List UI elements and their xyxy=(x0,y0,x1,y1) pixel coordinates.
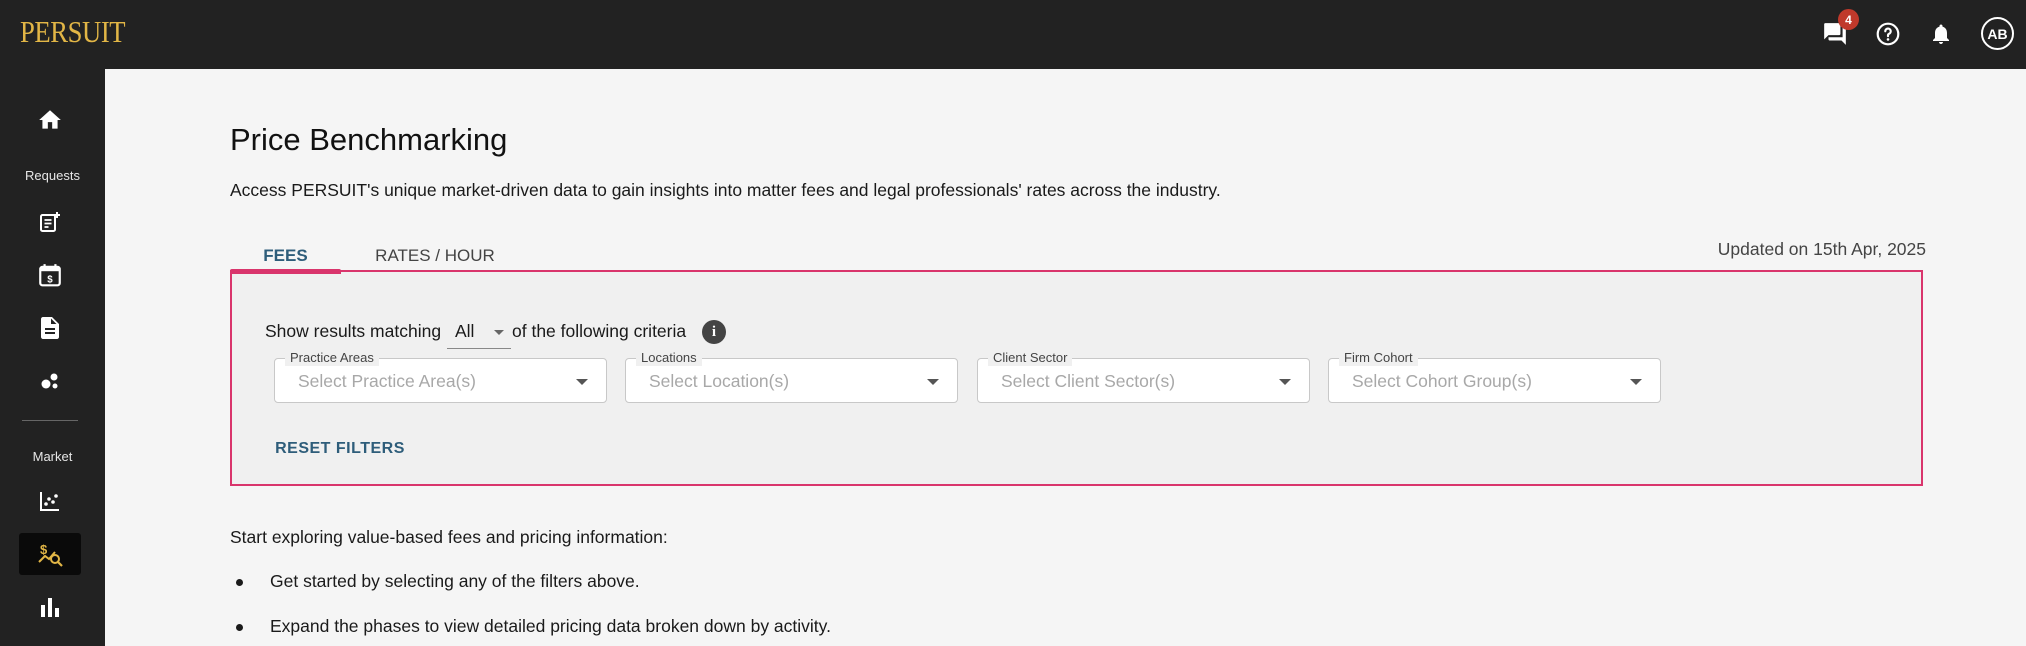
chevron-down-icon xyxy=(576,379,588,385)
match-suffix-text: of the following criteria xyxy=(512,321,687,341)
practice-areas-select[interactable]: Practice Areas Select Practice Area(s) xyxy=(274,350,607,403)
avatar[interactable]: AB xyxy=(1981,17,2014,50)
calendar-dollar-icon[interactable]: $ xyxy=(19,254,81,296)
persuit-logo[interactable]: PERSUIT xyxy=(20,14,126,50)
field-placeholder: Select Client Sector(s) xyxy=(1001,371,1176,391)
chevron-down-icon xyxy=(927,379,939,385)
list-item-text: Get started by selecting any of the filt… xyxy=(270,571,640,591)
client-sector-select[interactable]: Client Sector Select Client Sector(s) xyxy=(977,350,1310,403)
active-tab-indicator xyxy=(230,269,341,274)
svg-text:$: $ xyxy=(40,542,48,557)
sidebar: Requests $ Market $ xyxy=(0,69,105,646)
notification-badge: 4 xyxy=(1838,9,1859,30)
sidebar-section-requests: Requests xyxy=(25,168,80,183)
field-placeholder: Select Location(s) xyxy=(649,371,790,391)
bullet-dot xyxy=(236,579,243,586)
network-icon[interactable] xyxy=(19,360,81,402)
scatter-chart-icon[interactable] xyxy=(19,480,81,522)
firm-cohort-select[interactable]: Firm Cohort Select Cohort Group(s) xyxy=(1328,350,1661,403)
field-label: Practice Areas xyxy=(285,350,379,366)
explore-intro: Start exploring value-based fees and pri… xyxy=(230,527,668,547)
help-icon[interactable] xyxy=(1872,18,1904,50)
updated-date: Updated on 15th Apr, 2025 xyxy=(1717,239,1926,259)
price-search-icon[interactable]: $ xyxy=(19,533,81,575)
page-title: Price Benchmarking xyxy=(230,122,508,157)
locations-select[interactable]: Locations Select Location(s) xyxy=(625,350,958,403)
bullet-dot xyxy=(236,624,243,631)
page-description: Access PERSUIT's unique market-driven da… xyxy=(230,180,1221,200)
top-bar: PERSUIT 4 AB xyxy=(0,0,2026,69)
document-icon[interactable] xyxy=(19,307,81,349)
home-icon[interactable] xyxy=(19,99,81,141)
sidebar-section-market: Market xyxy=(32,449,73,464)
chevron-down-icon xyxy=(494,330,504,335)
reset-filters-button[interactable]: RESET FILTERS xyxy=(272,436,408,462)
request-add-icon[interactable] xyxy=(19,201,81,243)
bar-chart-icon[interactable] xyxy=(19,586,81,628)
svg-text:$: $ xyxy=(47,275,53,286)
match-prefix-text: Show results matching xyxy=(265,321,442,341)
sidebar-divider xyxy=(22,420,78,421)
field-label: Locations xyxy=(636,350,702,366)
bell-icon[interactable] xyxy=(1925,18,1957,50)
list-item-text: Expand the phases to view detailed prici… xyxy=(270,616,831,636)
chevron-down-icon xyxy=(1279,379,1291,385)
info-icon[interactable]: i xyxy=(702,320,726,344)
field-placeholder: Select Practice Area(s) xyxy=(298,371,476,391)
field-placeholder: Select Cohort Group(s) xyxy=(1352,371,1532,391)
field-label: Client Sector xyxy=(988,350,1073,366)
chevron-down-icon xyxy=(1630,379,1642,385)
field-label: Firm Cohort xyxy=(1339,350,1418,366)
